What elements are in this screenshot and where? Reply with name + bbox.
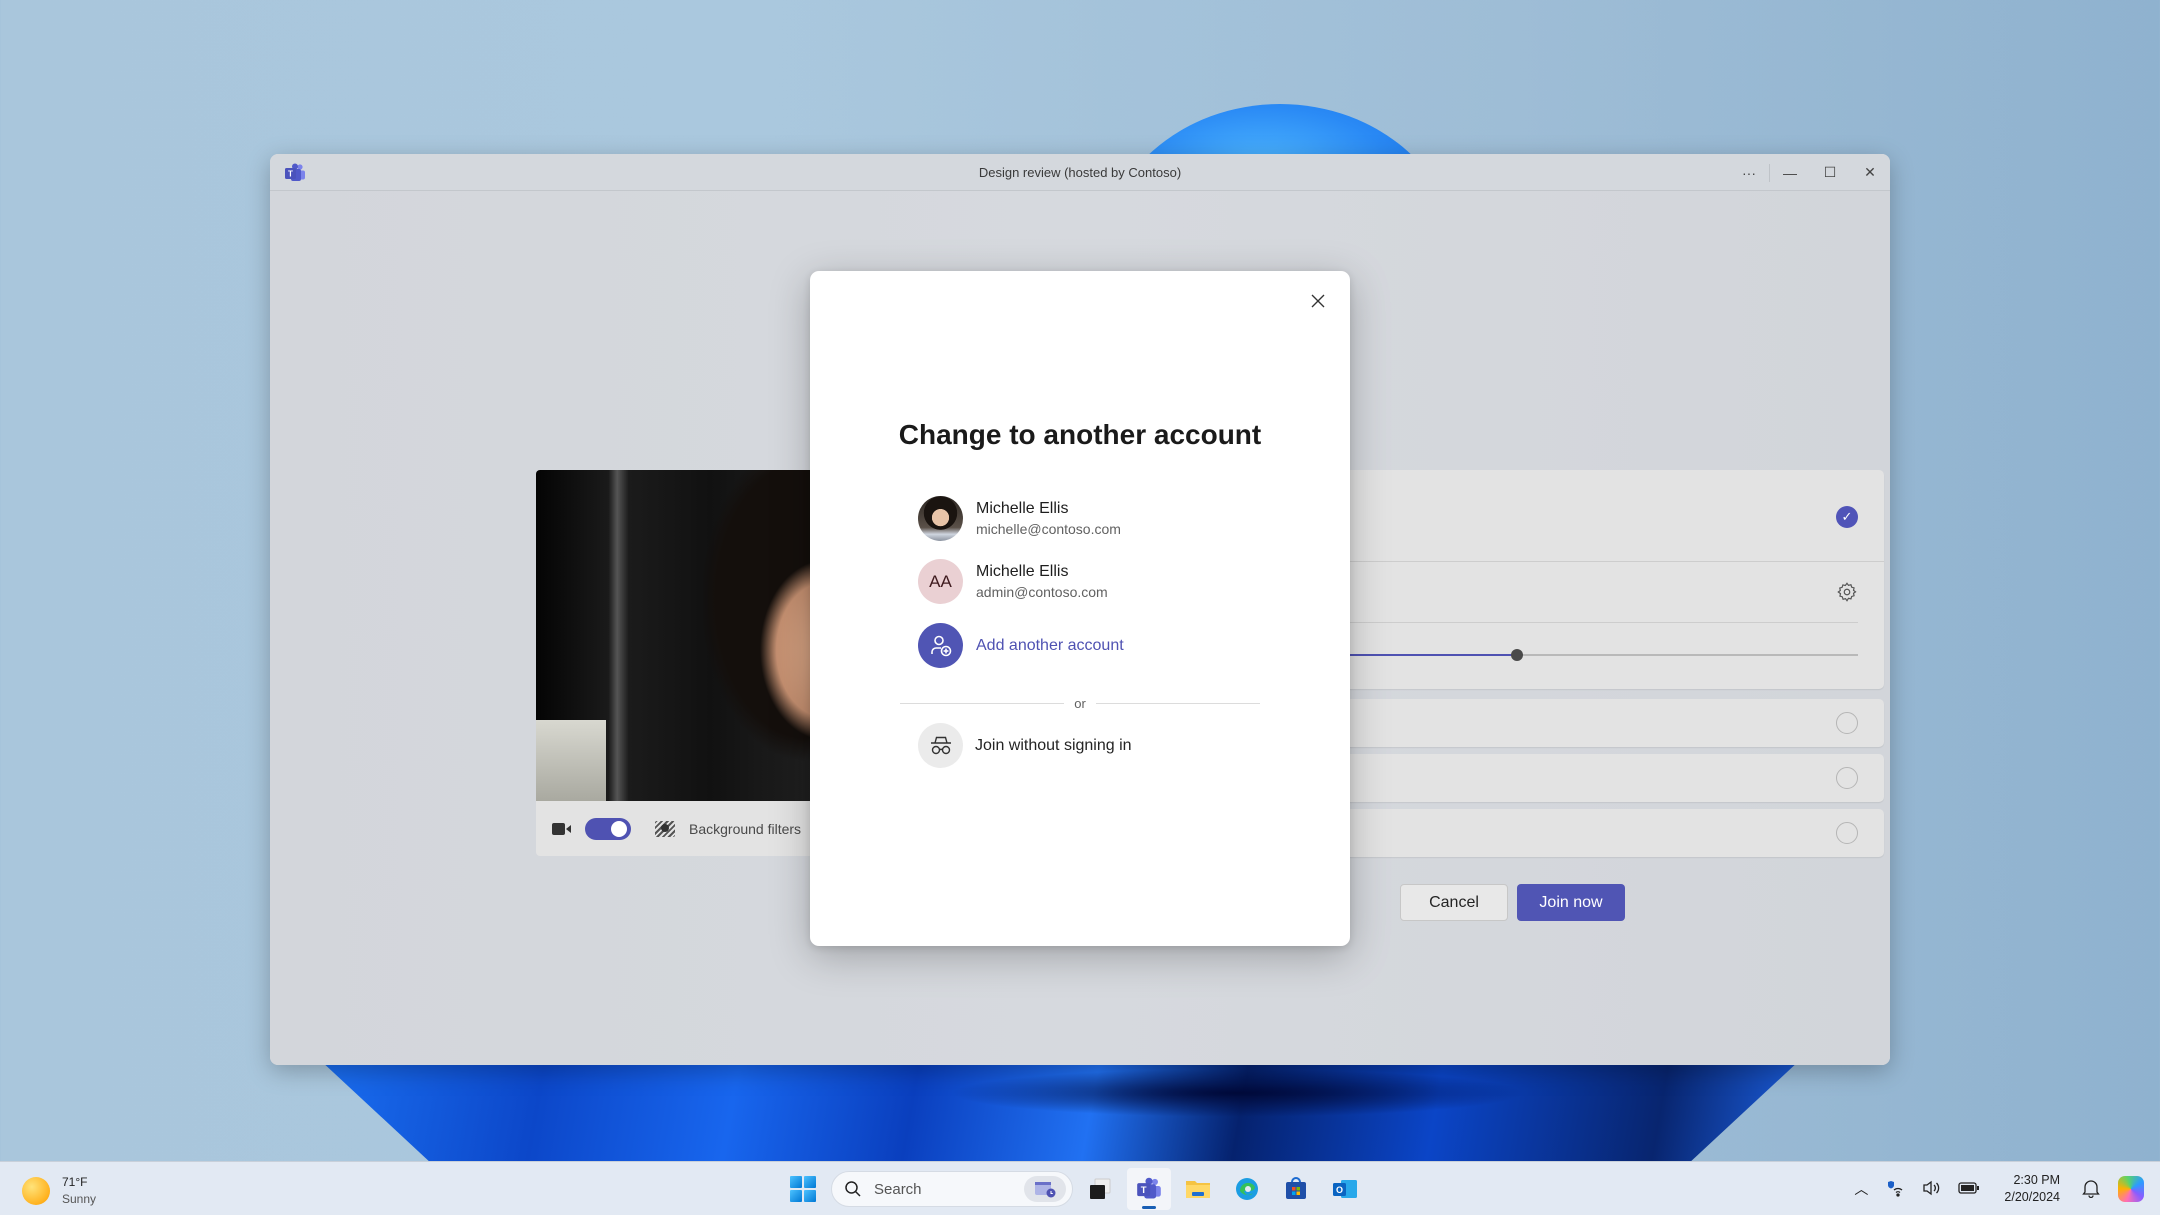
weather-widget[interactable]: 71°F Sunny bbox=[22, 1174, 96, 1208]
close-window-button[interactable]: ✕ bbox=[1850, 154, 1890, 191]
account-email: admin@contoso.com bbox=[976, 584, 1108, 600]
file-explorer-button[interactable] bbox=[1176, 1168, 1220, 1210]
folder-icon bbox=[1186, 1181, 1210, 1198]
close-icon bbox=[1311, 294, 1325, 308]
store-button[interactable] bbox=[1274, 1168, 1318, 1210]
weather-condition: Sunny bbox=[62, 1192, 97, 1206]
join-anonymous-label: Join without signing in bbox=[975, 736, 1132, 754]
background-filters-button[interactable]: Background filters bbox=[689, 821, 801, 837]
volume-icon[interactable] bbox=[1922, 1179, 1942, 1200]
clock[interactable]: 2:30 PM 2/20/2024 bbox=[2004, 1172, 2060, 1206]
selected-check-icon: ✓ bbox=[1836, 506, 1858, 528]
account-avatar-initials: AA bbox=[918, 559, 963, 604]
maximize-button[interactable]: ☐ bbox=[1810, 154, 1850, 191]
window-title: Design review (hosted by Contoso) bbox=[978, 165, 1182, 180]
edge-button[interactable] bbox=[1225, 1168, 1269, 1210]
join-without-signing-in-button[interactable]: Join without signing in bbox=[918, 723, 1132, 768]
outlook-button[interactable]: O bbox=[1323, 1168, 1367, 1210]
clock-time: 2:30 PM bbox=[2013, 1173, 2060, 1187]
panel-divider bbox=[1280, 622, 1858, 623]
camera-toggle[interactable] bbox=[585, 817, 631, 840]
camera-feed bbox=[536, 470, 826, 801]
audio-option-4[interactable] bbox=[1280, 809, 1884, 857]
gear-icon[interactable] bbox=[1836, 581, 1858, 603]
calendar-widget-icon bbox=[1024, 1176, 1066, 1202]
account-name: Michelle Ellis bbox=[976, 563, 1069, 580]
video-preview: Background filters bbox=[536, 470, 826, 856]
dialog-title: Change to another account bbox=[898, 419, 1262, 450]
start-button[interactable] bbox=[790, 1176, 816, 1202]
radio-button[interactable] bbox=[1836, 822, 1858, 844]
add-person-icon bbox=[918, 623, 963, 668]
panel-divider bbox=[1280, 561, 1884, 562]
radio-button[interactable] bbox=[1836, 767, 1858, 789]
wifi-vpn-icon[interactable] bbox=[1884, 1179, 1906, 1200]
svg-text:O: O bbox=[1336, 1185, 1343, 1195]
taskbar: 71°F Sunny Search T O ︿ 2:30 PM 2/20/202… bbox=[0, 1161, 2160, 1215]
add-account-button[interactable]: Add another account bbox=[918, 623, 1124, 668]
volume-slider[interactable] bbox=[1280, 649, 1858, 661]
join-now-button[interactable]: Join now bbox=[1517, 884, 1625, 921]
cancel-button[interactable]: Cancel bbox=[1400, 884, 1508, 921]
video-controls: Background filters bbox=[536, 801, 826, 856]
close-dialog-button[interactable] bbox=[1306, 289, 1330, 313]
svg-text:T: T bbox=[1141, 1185, 1147, 1196]
search-placeholder: Search bbox=[874, 1180, 922, 1198]
or-label: or bbox=[1074, 695, 1086, 711]
title-bar: T Design review (hosted by Contoso) ··· … bbox=[270, 154, 1890, 191]
copilot-icon[interactable] bbox=[2118, 1176, 2144, 1202]
account-option-2[interactable]: AA Michelle Ellis admin@contoso.com bbox=[918, 559, 1108, 604]
teams-taskbar-button[interactable]: T bbox=[1127, 1168, 1171, 1210]
taskbar-search[interactable]: Search bbox=[831, 1171, 1073, 1207]
show-hidden-icons-chevron-icon[interactable]: ︿ bbox=[1854, 1179, 1868, 1199]
background-filters-icon[interactable] bbox=[655, 820, 675, 837]
or-divider: or bbox=[900, 695, 1260, 711]
store-icon bbox=[1286, 1177, 1306, 1199]
incognito-icon bbox=[918, 723, 963, 768]
change-account-dialog: Change to another account Michelle Ellis… bbox=[810, 271, 1350, 946]
volume-slider-thumb[interactable] bbox=[1510, 649, 1523, 661]
search-icon bbox=[845, 1181, 861, 1197]
account-option-1[interactable]: Michelle Ellis michelle@contoso.com bbox=[918, 496, 1121, 541]
edge-icon bbox=[1236, 1178, 1258, 1200]
audio-option-computer[interactable]: ✓ bbox=[1280, 470, 1884, 689]
radio-button[interactable] bbox=[1836, 712, 1858, 734]
battery-icon[interactable] bbox=[1958, 1181, 1980, 1198]
account-name: Michelle Ellis bbox=[976, 500, 1069, 517]
teams-icon: T bbox=[1137, 1177, 1161, 1199]
sun-icon bbox=[22, 1177, 50, 1205]
weather-temp: 71°F bbox=[62, 1175, 88, 1189]
camera-icon bbox=[552, 822, 572, 836]
wallpaper-bloom-bottom bbox=[320, 1060, 1800, 1170]
minimize-button[interactable]: — bbox=[1770, 154, 1810, 191]
task-view-button[interactable] bbox=[1078, 1168, 1122, 1210]
audio-option-3[interactable] bbox=[1280, 754, 1884, 802]
system-tray: ︿ 2:30 PM 2/20/2024 bbox=[1846, 1162, 2160, 1215]
account-avatar bbox=[918, 496, 963, 541]
more-options-button[interactable]: ··· bbox=[1729, 154, 1769, 191]
audio-option-2[interactable] bbox=[1280, 699, 1884, 747]
outlook-icon: O bbox=[1333, 1180, 1357, 1198]
add-account-label: Add another account bbox=[976, 636, 1124, 654]
notification-bell-icon[interactable] bbox=[2082, 1178, 2100, 1201]
account-email: michelle@contoso.com bbox=[976, 521, 1121, 537]
clock-date: 2/20/2024 bbox=[2004, 1190, 2060, 1204]
task-view-icon bbox=[1090, 1178, 1111, 1199]
